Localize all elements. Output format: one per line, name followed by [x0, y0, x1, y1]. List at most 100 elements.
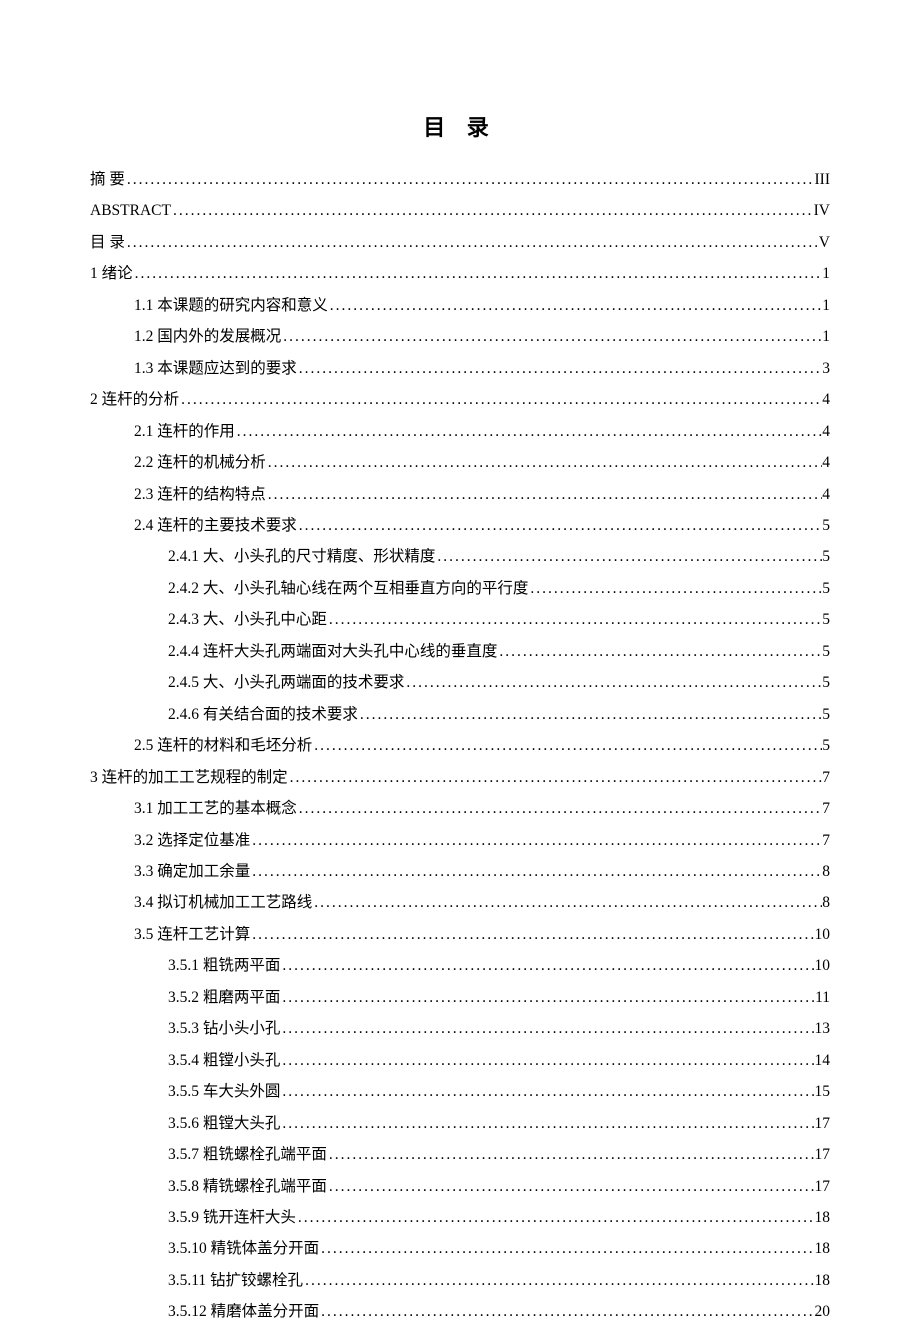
toc-leader-dots	[528, 573, 822, 604]
toc-entry-page: IV	[814, 195, 830, 226]
toc-entry-title: 2.4.4 连杆大头孔两端面对大头孔中心线的垂直度	[168, 636, 497, 667]
toc-leader-dots	[319, 1233, 814, 1264]
toc-leader-dots	[327, 1171, 815, 1202]
toc-leader-dots	[327, 604, 822, 635]
toc-entry-title: 3.5.8 精铣螺栓孔端平面	[168, 1171, 327, 1202]
toc-entry-title: 3.5.11 钻扩铰螺栓孔	[168, 1265, 303, 1296]
toc-entry: 2.4.1 大、小头孔的尺寸精度、形状精度5	[90, 541, 830, 572]
toc-leader-dots	[266, 447, 822, 478]
toc-leader-dots	[281, 321, 822, 352]
toc-entry-title: 2.4.6 有关结合面的技术要求	[168, 699, 358, 730]
toc-entry-title: 3.5.6 粗镗大头孔	[168, 1108, 280, 1139]
toc-entry-title: 1.1 本课题的研究内容和意义	[134, 290, 328, 321]
toc-entry-title: 2.1 连杆的作用	[134, 416, 235, 447]
toc-entry-title: 1.2 国内外的发展概况	[134, 321, 281, 352]
toc-entry-title: 3.1 加工工艺的基本概念	[134, 793, 297, 824]
toc-entry-title: 3.3 确定加工余量	[134, 856, 250, 887]
toc-entry: 1.3 本课题应达到的要求3	[90, 353, 830, 384]
toc-entry: 2.4.6 有关结合面的技术要求 5	[90, 699, 830, 730]
toc-leader-dots	[327, 1139, 815, 1170]
toc-entry-page: 5	[822, 604, 830, 635]
toc-entry-title: 3 连杆的加工工艺规程的制定	[90, 762, 288, 793]
toc-entry-title: 3.5.1 粗铣两平面	[168, 950, 280, 981]
toc-entry: 3.1 加工工艺的基本概念 7	[90, 793, 830, 824]
toc-entry-title: 2.2 连杆的机械分析	[134, 447, 266, 478]
table-of-contents: 摘 要IIIABSTRACTIV目 录V1 绪论11.1 本课题的研究内容和意义…	[90, 164, 830, 1328]
toc-entry-title: 1.3 本课题应达到的要求	[134, 353, 297, 384]
toc-entry-title: 3.5.5 车大头外圆	[168, 1076, 280, 1107]
toc-leader-dots	[280, 1108, 814, 1139]
toc-entry: 3.4 拟订机械加工工艺路线8	[90, 887, 830, 918]
toc-entry-title: 3.5.3 钻小头小孔	[168, 1013, 280, 1044]
toc-leader-dots	[125, 227, 819, 258]
toc-entry: 2.4.5 大、小头孔两端面的技术要求5	[90, 667, 830, 698]
toc-entry: 3.5.6 粗镗大头孔17	[90, 1108, 830, 1139]
toc-entry: 3.3 确定加工余量 8	[90, 856, 830, 887]
toc-entry-title: 3.5.2 粗磨两平面	[168, 982, 280, 1013]
toc-leader-dots	[497, 636, 822, 667]
toc-entry-page: 14	[815, 1045, 831, 1076]
toc-leader-dots	[133, 258, 823, 289]
toc-entry-page: 18	[815, 1233, 831, 1264]
toc-leader-dots	[179, 384, 822, 415]
toc-leader-dots	[297, 353, 822, 384]
toc-entry-title: 3.4 拟订机械加工工艺路线	[134, 887, 312, 918]
toc-entry-page: 1	[822, 290, 830, 321]
toc-leader-dots	[250, 856, 822, 887]
toc-entry-page: 5	[822, 510, 830, 541]
toc-leader-dots	[125, 164, 815, 195]
toc-leader-dots	[358, 699, 822, 730]
toc-entry: 3.5.12 精磨体盖分开面20	[90, 1296, 830, 1327]
toc-entry-page: 11	[815, 982, 830, 1013]
toc-entry-page: 5	[822, 636, 830, 667]
toc-leader-dots	[235, 416, 822, 447]
toc-entry: 3.5.4 粗镗小头孔14	[90, 1045, 830, 1076]
toc-entry-page: 18	[815, 1202, 831, 1233]
toc-entry: 1.2 国内外的发展概况 1	[90, 321, 830, 352]
toc-entry-page: 10	[815, 919, 831, 950]
toc-entry-page: V	[819, 227, 830, 258]
toc-entry-page: 1	[822, 321, 830, 352]
toc-entry-page: 1	[822, 258, 830, 289]
toc-entry-page: 5	[822, 573, 830, 604]
toc-entry-title: 目 录	[90, 227, 125, 258]
toc-entry-page: 8	[822, 856, 830, 887]
toc-leader-dots	[328, 290, 822, 321]
toc-entry-title: 摘 要	[90, 164, 125, 195]
toc-leader-dots	[250, 919, 814, 950]
toc-leader-dots	[303, 1265, 814, 1296]
toc-leader-dots	[296, 1202, 815, 1233]
toc-entry-title: 2.5 连杆的材料和毛坯分析	[134, 730, 312, 761]
toc-leader-dots	[250, 825, 822, 856]
toc-entry: 2.4.3 大、小头孔中心距5	[90, 604, 830, 635]
toc-leader-dots	[288, 762, 823, 793]
toc-entry-title: 2.4.5 大、小头孔两端面的技术要求	[168, 667, 404, 698]
toc-entry: 3.5.9 铣开连杆大头18	[90, 1202, 830, 1233]
toc-entry-page: 10	[815, 950, 831, 981]
toc-entry: 3 连杆的加工工艺规程的制定7	[90, 762, 830, 793]
toc-entry: 2.4 连杆的主要技术要求5	[90, 510, 830, 541]
toc-entry-page: III	[815, 164, 831, 195]
toc-entry-page: 20	[815, 1296, 831, 1327]
toc-entry-page: 7	[822, 793, 830, 824]
toc-entry: 2.3 连杆的结构特点4	[90, 479, 830, 510]
toc-entry: 2.4.2 大、小头孔轴心线在两个互相垂直方向的平行度5	[90, 573, 830, 604]
toc-entry-title: 3.5.7 粗铣螺栓孔端平面	[168, 1139, 327, 1170]
toc-entry: 3.5 连杆工艺计算10	[90, 919, 830, 950]
toc-entry-title: ABSTRACT	[90, 195, 171, 226]
toc-leader-dots	[435, 541, 822, 572]
toc-entry: 2.5 连杆的材料和毛坯分析 5	[90, 730, 830, 761]
toc-entry-title: 2.3 连杆的结构特点	[134, 479, 266, 510]
toc-entry: 目 录V	[90, 227, 830, 258]
toc-entry-page: 5	[822, 699, 830, 730]
toc-entry-title: 3.2 选择定位基准	[134, 825, 250, 856]
toc-entry-page: 18	[815, 1265, 831, 1296]
toc-entry-page: 5	[822, 730, 830, 761]
toc-entry-title: 2 连杆的分析	[90, 384, 179, 415]
toc-leader-dots	[266, 479, 822, 510]
toc-entry: ABSTRACT IV	[90, 195, 830, 226]
toc-entry-title: 3.5.10 精铣体盖分开面	[168, 1233, 319, 1264]
toc-entry: 3.5.1 粗铣两平面 10	[90, 950, 830, 981]
toc-entry-page: 13	[815, 1013, 831, 1044]
toc-entry-page: 17	[815, 1171, 831, 1202]
